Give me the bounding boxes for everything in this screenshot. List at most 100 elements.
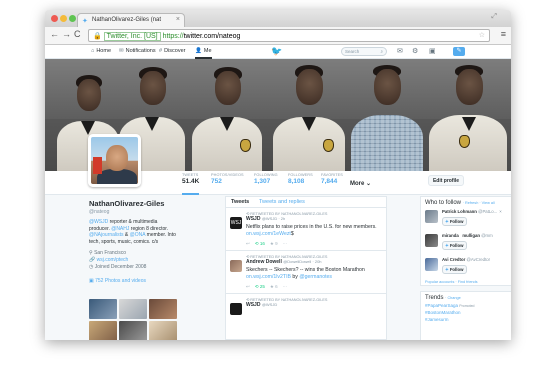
settings-gear-icon[interactable]: ⚙ [412, 47, 418, 55]
favorite-button[interactable]: ★ 9 [270, 241, 278, 246]
reply-icon[interactable]: ↩ [246, 284, 250, 289]
more-dropdown[interactable]: More ⌄ [350, 180, 371, 187]
retweet-button[interactable]: ⟲ 16 [255, 241, 265, 246]
minimize-window-button[interactable] [60, 15, 67, 22]
browser-window: ✦ NathanOlivarez-Giles (nat × ⤢ ← → C 🔒 … [45, 10, 511, 340]
nav-notifications[interactable]: ✉ Notifications [119, 48, 156, 54]
suggestion-item: Patrick Lohmann @PatLo... × ✦ Follow [425, 209, 507, 230]
header-player-4 [273, 65, 345, 171]
person-icon: 👤 [195, 48, 202, 54]
tweet-item[interactable]: ⟲ RETWEETED BY NATHANOLIVAREZ-GILES WSJ … [226, 208, 386, 251]
stat-tweets[interactable]: TWEETS 51.4K [182, 173, 200, 195]
favorite-button[interactable]: ★ 6 [270, 284, 278, 289]
tweet-avatar[interactable] [230, 303, 242, 315]
profile-name[interactable]: NathanOlivarez-Giles [89, 199, 177, 208]
popular-accounts-link[interactable]: Popular accounts · Find friends [425, 280, 507, 284]
refresh-view-all-link[interactable]: · Refresh · View all [463, 201, 495, 205]
profile-mini-avatar-icon[interactable]: ▣ [429, 47, 436, 55]
chevron-down-icon: ⌄ [366, 181, 372, 187]
photo-thumb[interactable] [89, 299, 117, 319]
home-icon: ⌂ [91, 48, 95, 54]
forward-button[interactable]: → [62, 29, 71, 39]
stat-favorites[interactable]: FAVORITES 7,844 [321, 173, 343, 185]
photo-thumb[interactable] [149, 299, 177, 319]
suggestion-avatar[interactable] [425, 258, 438, 271]
dismiss-icon[interactable]: × [499, 209, 502, 214]
profile-joined: Joined December 2008 [94, 264, 147, 270]
reload-button[interactable]: C [74, 29, 81, 39]
reply-icon[interactable]: ↩ [246, 241, 250, 246]
trend-item[interactable]: #BostonMarathon [425, 310, 507, 315]
nav-me[interactable]: 👤 Me [195, 48, 212, 59]
profile-handle: @nateog [89, 209, 110, 215]
more-actions-icon[interactable]: ··· [283, 241, 288, 246]
search-input[interactable]: Search ⌕ [341, 47, 387, 56]
tweet-link[interactable]: on.wsj.com/1eWezt [246, 231, 291, 237]
tweet-actions: ↩ ⟲ 16 ★ 9 ··· [246, 241, 382, 247]
tab-tweets[interactable]: Tweets [231, 199, 249, 205]
bio-mention-wsjd[interactable]: @WSJD [89, 219, 108, 225]
header-player-5-plaid [351, 65, 423, 171]
twitter-top-nav: ⌂ Home ✉ Notifications # Discover 👤 Me 🐦 Sea… [45, 45, 511, 59]
fullscreen-icon[interactable]: ⤢ [491, 13, 497, 21]
suggestion-item: Avi Credtor @AvCredtor ✦ Follow [425, 257, 507, 278]
bio-mention-najournalists[interactable]: @NAjournalists [89, 232, 124, 238]
follow-button[interactable]: ✦ Follow [442, 241, 467, 250]
photo-grid [89, 299, 179, 340]
ev-certificate-label[interactable]: Twitter, Inc. [US] [103, 32, 161, 41]
compose-tweet-button[interactable]: ✎ [453, 47, 465, 56]
tweet-author[interactable]: WSJD [246, 216, 260, 222]
tweet-avatar[interactable]: WSJ [230, 217, 242, 229]
trend-item[interactable]: #Jamesurm [425, 317, 507, 322]
trend-item[interactable]: #PapaPearSaga Promoted [425, 303, 507, 308]
tweet-author[interactable]: WSJD [246, 302, 260, 308]
change-trends-link[interactable]: · Change [445, 296, 461, 300]
bio-mention-nahj[interactable]: @NAHJ [111, 226, 129, 232]
nav-discover[interactable]: # Discover [159, 48, 185, 54]
twitter-page: ⌂ Home ✉ Notifications # Discover 👤 Me 🐦 Sea… [45, 45, 511, 340]
photo-thumb[interactable] [89, 321, 117, 340]
tab-close-icon[interactable]: × [176, 16, 180, 23]
tweet-item[interactable]: ⟲ RETWEETED BY NATHANOLIVAREZ-GILES WSJD… [226, 294, 386, 315]
address-bar[interactable]: 🔒 Twitter, Inc. [US] https://twitter.com… [88, 29, 490, 42]
browser-menu-icon[interactable]: ≡ [501, 29, 506, 39]
direct-messages-icon[interactable]: ✉ [397, 47, 403, 55]
photo-thumb[interactable] [149, 321, 177, 340]
bird-icon: ✦ [445, 243, 449, 248]
notifications-icon: ✉ [119, 48, 124, 54]
zoom-window-button[interactable] [69, 15, 76, 22]
edit-profile-button[interactable]: Edit profile [428, 175, 464, 186]
tweet-item[interactable]: ⟲ RETWEETED BY NATHANOLIVAREZ-GILES Andr… [226, 251, 386, 294]
lock-icon: 🔒 [93, 33, 102, 40]
profile-avatar[interactable] [88, 134, 141, 187]
follow-button[interactable]: ✦ Follow [442, 217, 467, 226]
browser-tab[interactable]: ✦ NathanOlivarez-Giles (nat × [77, 13, 185, 27]
tweet-mention[interactable]: @germanotes [299, 274, 332, 280]
photo-thumb[interactable] [119, 321, 147, 340]
stat-photos-videos[interactable]: PHOTOS/VIDEOS 752 [211, 173, 244, 185]
close-window-button[interactable] [51, 15, 58, 22]
tweet-avatar[interactable] [230, 260, 242, 272]
stat-followers[interactable]: FOLLOWERS 8,108 [288, 173, 313, 185]
tab-tweets-and-replies[interactable]: Tweets and replies [259, 199, 305, 205]
more-actions-icon[interactable]: ··· [283, 284, 288, 289]
tweet-author[interactable]: Andrew Dowell [246, 259, 282, 265]
tab-strip: ✦ NathanOlivarez-Giles (nat × ⤢ [45, 10, 511, 27]
tweet-link[interactable]: on.wsj.com/1lv2TIB [246, 274, 291, 280]
search-icon[interactable]: ⌕ [380, 49, 383, 54]
suggestion-avatar[interactable] [425, 210, 438, 223]
stat-following[interactable]: FOLLOWING 1,307 [254, 173, 278, 185]
bookmark-star-icon[interactable]: ☆ [479, 31, 485, 39]
nav-home[interactable]: ⌂ Home [91, 48, 111, 54]
tweet-timeline: Tweets Tweets and replies ⟲ RETWEETED BY… [225, 196, 387, 340]
bio-mention-ona[interactable]: @ONA [130, 232, 146, 238]
back-button[interactable]: ← [50, 29, 59, 39]
suggestion-avatar[interactable] [425, 234, 438, 247]
photos-videos-link[interactable]: ▣ 752 Photos and videos [89, 278, 177, 284]
profile-bio: @WSJD reporter & multimedia producer. @N… [89, 219, 176, 245]
retweet-button[interactable]: ⟲ 25 [255, 284, 265, 289]
profile-website[interactable]: wsj.com/ptech [97, 257, 129, 263]
photo-thumb[interactable] [119, 299, 147, 319]
follow-button[interactable]: ✦ Follow [442, 265, 467, 274]
twitter-bird-logo-icon[interactable]: 🐦 [271, 46, 282, 57]
